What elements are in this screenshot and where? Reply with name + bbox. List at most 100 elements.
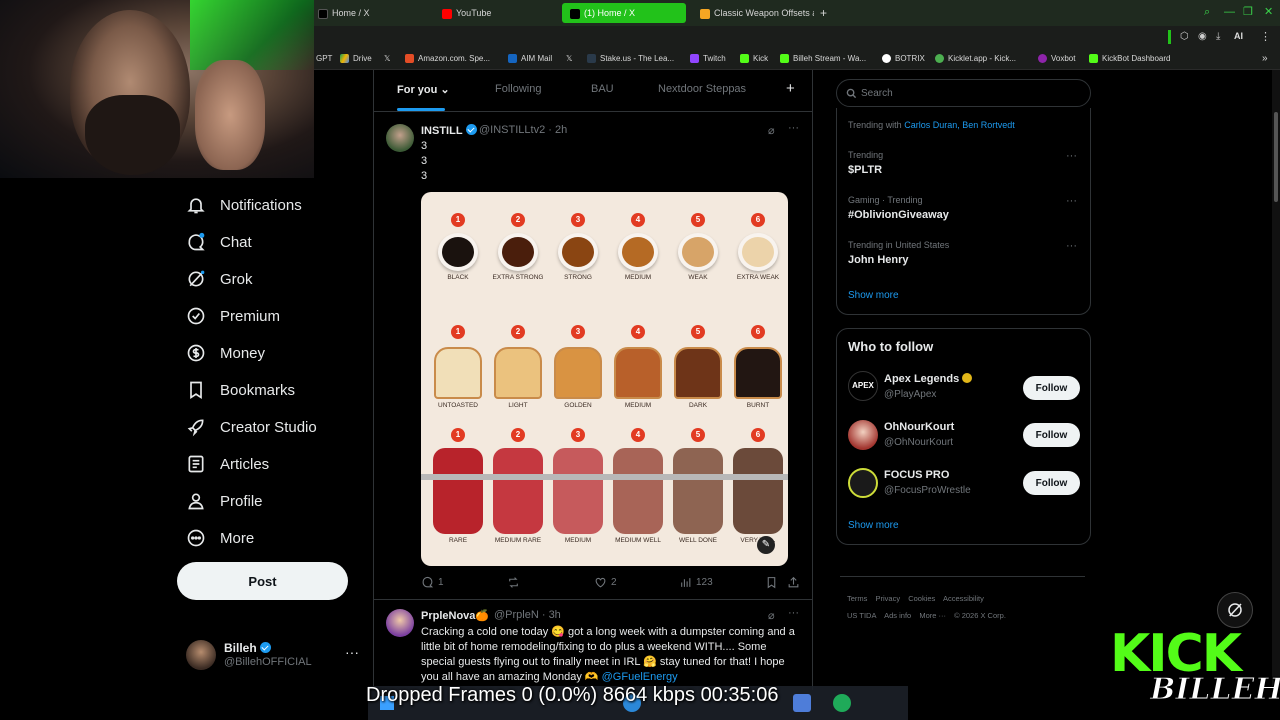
more-icon[interactable]: ··· <box>1066 195 1077 207</box>
extensions-icon[interactable]: ⬡ <box>1180 31 1189 42</box>
follow-button[interactable]: Follow <box>1023 423 1080 447</box>
trend-item[interactable]: Trending with Carlos Duran, Ben Rortvedt <box>848 120 1015 130</box>
bookmark[interactable]: Kick <box>740 52 768 66</box>
nav-creator-studio[interactable]: Creator Studio <box>186 414 317 440</box>
profile-icon[interactable]: ◉ <box>1198 31 1207 42</box>
avatar[interactable] <box>386 609 414 637</box>
tweet[interactable]: INSTILL @INSTILLtv2 · 2h ⌀ ··· 3 3 3 1 BL… <box>374 116 812 600</box>
suggestion-name[interactable]: FOCUS PRO <box>884 469 949 481</box>
tab-nextdoor-steppas[interactable]: Nextdoor Steppas <box>658 83 746 95</box>
trend-title[interactable]: John Henry <box>848 254 909 266</box>
mention-link[interactable]: @GFuelEnergy <box>602 671 678 683</box>
tweet-handle[interactable]: @INSTILLtv2 · 2h <box>479 124 567 136</box>
close-icon[interactable]: ✕ <box>1264 6 1273 18</box>
nav-chat[interactable]: Chat <box>186 229 252 255</box>
tweet[interactable]: PrpleNova🍊 @PrpleN · 3h ⌀ ··· Cracking a… <box>374 601 812 690</box>
views-button[interactable]: 123 <box>679 576 713 589</box>
bookmark[interactable]: Drive <box>340 52 372 66</box>
footer-link[interactable]: Terms <box>847 594 867 603</box>
bookmark[interactable]: BOTRIX <box>882 52 925 66</box>
nav-bookmarks[interactable]: Bookmarks <box>186 377 295 403</box>
more-icon[interactable]: ··· <box>1066 240 1077 252</box>
browser-tab[interactable]: Home / X <box>310 3 434 23</box>
page-scrollbar[interactable] <box>1272 70 1280 686</box>
nav-notifications[interactable]: Notifications <box>186 192 302 218</box>
footer-link[interactable]: Accessibility <box>943 594 984 603</box>
trend-title[interactable]: #OblivionGiveaway <box>848 209 949 221</box>
grok-float-button[interactable] <box>1217 592 1253 628</box>
ai-button[interactable]: AI <box>1234 31 1243 41</box>
bookmark[interactable]: Voxbot <box>1038 52 1075 66</box>
nav-money[interactable]: Money <box>186 340 265 366</box>
tab-for-you[interactable]: For you ⌄ <box>397 83 450 96</box>
footer-link[interactable]: Ads info <box>884 611 911 620</box>
reply-button[interactable]: 1 <box>421 576 444 589</box>
avatar[interactable]: APEX <box>848 371 878 401</box>
minimize-icon[interactable]: — <box>1224 6 1235 18</box>
download-icon[interactable]: ⤓ <box>1216 31 1220 42</box>
avatar[interactable] <box>848 468 878 498</box>
bookmark[interactable]: Twitch <box>690 52 726 66</box>
more-bookmarks-icon[interactable]: » <box>1262 52 1268 66</box>
bookmark[interactable]: Billeh Stream - Wa... <box>780 52 866 66</box>
avatar[interactable] <box>848 420 878 450</box>
nav-more[interactable]: More <box>186 525 254 551</box>
tab-bau[interactable]: BAU <box>591 83 614 95</box>
avatar[interactable] <box>386 124 414 152</box>
bookmark[interactable]: Amazon.com. Spe... <box>405 52 490 66</box>
nav-articles[interactable]: Articles <box>186 451 269 477</box>
search-icon[interactable]: ⌕ <box>1204 6 1210 18</box>
more-icon[interactable]: ··· <box>1066 150 1077 162</box>
footer-link[interactable]: Cookies <box>908 594 935 603</box>
grok-edit-icon[interactable]: ✎ <box>757 536 775 554</box>
bookmark[interactable]: 𝕏 <box>566 52 572 66</box>
like-button[interactable]: 2 <box>594 576 617 589</box>
menu-icon[interactable]: ⋮ <box>1260 30 1271 43</box>
account-more-icon[interactable]: ··· <box>345 644 359 660</box>
bookmark[interactable]: AIM Mail <box>508 52 552 66</box>
footer-link[interactable]: Privacy <box>876 594 901 603</box>
browser-tab-active[interactable]: (1) Home / X <box>562 3 686 23</box>
maximize-icon[interactable]: ❐ <box>1243 6 1253 18</box>
app-icon[interactable] <box>833 694 851 712</box>
footer-link[interactable]: US TIDA <box>847 611 876 620</box>
nav-premium[interactable]: Premium <box>186 303 280 329</box>
repost-button[interactable] <box>507 576 524 589</box>
nav-grok[interactable]: Grok <box>186 266 253 292</box>
more-icon[interactable]: ··· <box>788 122 799 134</box>
bookmark[interactable]: 𝕏 <box>384 52 390 66</box>
suggestion-name[interactable]: OhNourKourt <box>884 421 954 433</box>
bookmark[interactable]: KickBot Dashboard <box>1089 52 1170 66</box>
bookmark[interactable]: GPT <box>316 52 332 66</box>
app-icon[interactable] <box>793 694 811 712</box>
bookmark-button[interactable] <box>765 576 782 589</box>
bookmark[interactable]: Kicklet.app - Kick... <box>935 52 1016 66</box>
post-button[interactable]: Post <box>177 562 348 600</box>
more-icon[interactable]: ··· <box>788 607 799 619</box>
scrollbar-thumb[interactable] <box>1274 112 1278 202</box>
account-switcher[interactable]: Billeh @BillehOFFICIAL ··· <box>186 638 361 674</box>
grok-icon[interactable]: ⌀ <box>768 124 775 137</box>
trend-related[interactable]: Carlos Duran, Ben Rortvedt <box>904 120 1015 130</box>
share-button[interactable] <box>787 576 804 589</box>
tweet-author[interactable]: PrpleNova🍊 <box>421 609 489 622</box>
follow-button[interactable]: Follow <box>1023 376 1080 400</box>
bookmark[interactable]: Stake.us - The Lea... <box>587 52 674 66</box>
follow-button[interactable]: Follow <box>1023 471 1080 495</box>
show-more-link[interactable]: Show more <box>848 290 899 301</box>
grok-icon[interactable]: ⌀ <box>768 609 775 622</box>
new-tab-button[interactable]: + <box>816 3 834 23</box>
browser-tab[interactable]: Classic Weapon Offsets at <box>692 3 814 23</box>
suggestion-name[interactable]: Apex Legends <box>884 373 973 385</box>
tweet-author[interactable]: INSTILL <box>421 124 477 137</box>
show-more-link[interactable]: Show more <box>848 520 899 531</box>
nav-profile[interactable]: Profile <box>186 488 263 514</box>
search-input[interactable]: Search <box>836 79 1091 107</box>
trend-title[interactable]: $PLTR <box>848 164 882 176</box>
tab-following[interactable]: Following <box>495 83 541 95</box>
add-tab-button[interactable]: + <box>786 80 795 97</box>
browser-tab[interactable]: YouTube <box>434 3 558 23</box>
tweet-image[interactable]: 1 BLACK 2 EXTRA STRONG 3 STRONG 4 MEDIUM 5 WEAK 6 E… <box>421 192 788 566</box>
footer-link[interactable]: More ··· <box>919 611 946 620</box>
tweet-handle[interactable]: @PrpleN · 3h <box>494 609 561 621</box>
